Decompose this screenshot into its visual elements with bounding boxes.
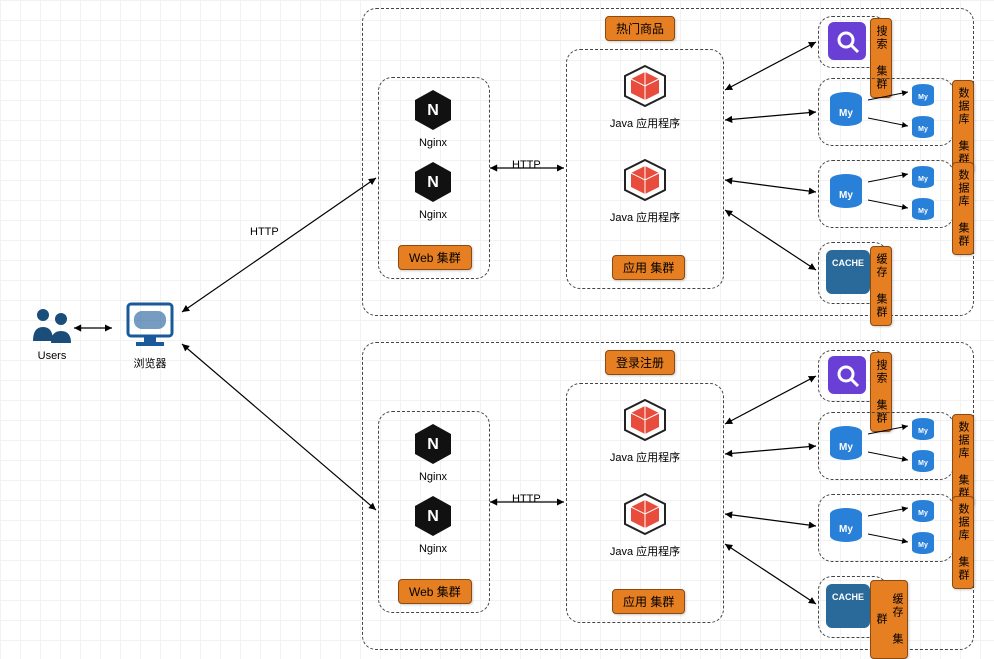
edge-http-top: HTTP <box>250 226 279 238</box>
connections <box>0 0 994 659</box>
edge-http-bottom-inner: HTTP <box>512 493 541 505</box>
edge-http-top-inner: HTTP <box>512 159 541 171</box>
